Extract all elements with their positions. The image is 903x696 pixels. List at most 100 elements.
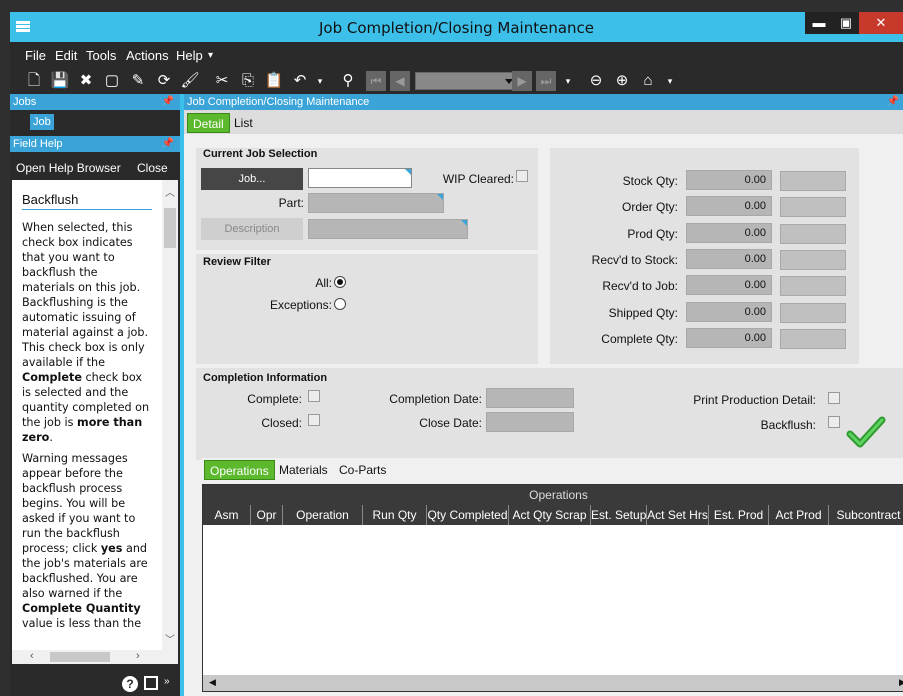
save-icon[interactable]: 💾 [50,71,70,91]
qty-uom-field[interactable] [780,249,846,270]
minimize-button[interactable]: ▬ [805,12,833,34]
menu-file[interactable]: File [25,48,46,63]
closed-checkbox[interactable] [308,414,320,426]
close-date-field[interactable] [486,412,574,432]
scroll-left-icon[interactable]: ◀ [209,677,216,688]
scroll-thumb[interactable] [164,208,176,248]
qty-uom-field[interactable] [780,223,846,244]
tree-item-job[interactable]: Job [30,114,54,130]
wip-cleared-checkbox[interactable] [516,170,528,182]
qty-value-field[interactable]: 0.00 [686,301,772,322]
menu-help[interactable]: Help [176,48,203,63]
next-record-icon[interactable]: ▶ [512,71,532,91]
back-icon[interactable]: ⊖ [586,71,606,91]
help-horizontal-scrollbar[interactable]: ‹ › [12,650,178,664]
menu-edit[interactable]: Edit [55,48,77,63]
pin-icon[interactable]: 📌 [162,94,174,110]
close-button[interactable]: ✕ [859,12,903,34]
new-icon[interactable]: 🗋 [24,71,44,91]
undo-dropdown-icon[interactable]: ▾ [310,71,330,91]
all-radio[interactable] [334,276,346,288]
qty-value-field[interactable]: 0.00 [686,222,772,243]
tab-materials[interactable]: Materials [274,460,333,480]
record-navigator-select[interactable] [415,72,518,90]
grid-column-header[interactable]: Run Qty [363,505,427,525]
qty-value-field[interactable]: 0.00 [686,170,772,190]
edit-note-icon[interactable] [144,676,158,690]
scroll-right-icon[interactable]: ▶ [899,677,903,688]
home-icon[interactable]: ⌂ [638,71,658,91]
grid-column-header[interactable]: Est. Setup [591,505,647,525]
help-vertical-scrollbar[interactable]: ︿ ﹀ [162,180,178,650]
scroll-left-icon[interactable]: ‹ [30,650,34,662]
qty-uom-field[interactable] [780,171,846,191]
nav-dropdown-icon[interactable]: ▾ [558,71,578,91]
help-question-icon[interactable]: ? [122,676,138,692]
description-button[interactable]: Description [201,218,303,240]
job-button[interactable]: Job... [201,168,303,190]
pin-icon[interactable]: 📌 [887,94,899,110]
scroll-down-icon[interactable]: ﹀ [165,631,175,646]
grid-column-header[interactable]: Opr [251,505,283,525]
scroll-right-icon[interactable]: › [136,650,140,662]
grid-column-header[interactable]: Act Qty Scrap [509,505,591,525]
qty-uom-field[interactable] [780,328,846,349]
tab-operations[interactable]: Operations [204,460,275,480]
cut-icon[interactable]: ✂ [212,71,232,91]
grid-column-header[interactable]: Act Prod [769,505,829,525]
delete-icon[interactable]: ✖ [76,71,96,91]
refresh-icon[interactable]: ⟳ [154,71,174,91]
open-help-browser-link[interactable]: Open Help Browser [16,161,121,175]
maximize-button[interactable]: ▣ [833,12,859,34]
part-field[interactable] [308,193,444,213]
qty-value-field[interactable]: 0.00 [686,196,772,217]
menu-tools[interactable]: Tools [86,48,116,63]
qty-uom-field[interactable] [780,302,846,323]
attachment-icon[interactable]: ✎ [128,71,148,91]
backflush-checkbox[interactable] [828,416,840,428]
print-production-detail-checkbox[interactable] [828,392,840,404]
grid-column-header[interactable]: Subcontract [829,505,903,525]
tab-list[interactable]: List [229,113,258,133]
prev-record-icon[interactable]: ◀ [390,71,410,91]
tab-detail[interactable]: Detail [187,113,230,133]
tab-co-parts[interactable]: Co-Parts [334,460,391,480]
grid-column-header[interactable]: Operation [283,505,363,525]
scroll-up-icon[interactable]: ︿ [165,184,175,199]
complete-checkbox[interactable] [308,390,320,402]
backflush-label: Backflush: [760,418,816,432]
exceptions-radio[interactable] [334,298,346,310]
qty-value-field[interactable]: 0.00 [686,248,772,269]
copy-icon[interactable]: ⎘ [238,71,258,91]
menu-overflow-icon[interactable]: ▾ [208,50,213,61]
complete-label: Complete: [247,392,302,406]
qty-value-field[interactable]: 0.00 [686,327,772,348]
last-record-icon[interactable]: ⏭ [536,71,556,91]
description-field[interactable] [308,219,468,239]
more-icon[interactable]: » [164,676,170,687]
grid-column-header[interactable]: Act Set Hrs [647,505,709,525]
close-help-link[interactable]: Close [137,161,168,175]
title-bar: Job Completion/Closing Maintenance ▬ ▣ ✕ [10,12,903,42]
field-help-panel-header: Field Help 📌 [10,136,180,152]
forward-icon[interactable]: ⊕ [612,71,632,91]
paste-icon[interactable]: 📋 [264,71,284,91]
undo-icon[interactable]: ↶ [290,71,310,91]
clear-icon[interactable]: ▢ [102,71,122,91]
grid-column-header[interactable]: Est. Prod [709,505,769,525]
menu-actions[interactable]: Actions [126,48,169,63]
pin-icon[interactable]: 📌 [162,136,174,152]
binoculars-icon[interactable]: ⚲ [338,71,358,91]
scroll-thumb[interactable] [50,652,110,662]
grid-column-header[interactable]: Asm [203,505,251,525]
grid-column-header[interactable]: Qty Completed [427,505,509,525]
qty-uom-field[interactable] [780,197,846,218]
qty-value-field[interactable]: 0.00 [686,275,772,296]
qty-uom-field[interactable] [780,276,846,297]
job-input[interactable] [308,168,412,188]
first-record-icon[interactable]: ⏮ [366,71,386,91]
brush-icon[interactable]: 🖌 [180,71,200,91]
completion-date-field[interactable] [486,388,574,408]
grid-horizontal-scrollbar[interactable]: ◀ ▶ [203,675,903,691]
toolbar-overflow-icon[interactable]: ▾ [660,71,680,91]
